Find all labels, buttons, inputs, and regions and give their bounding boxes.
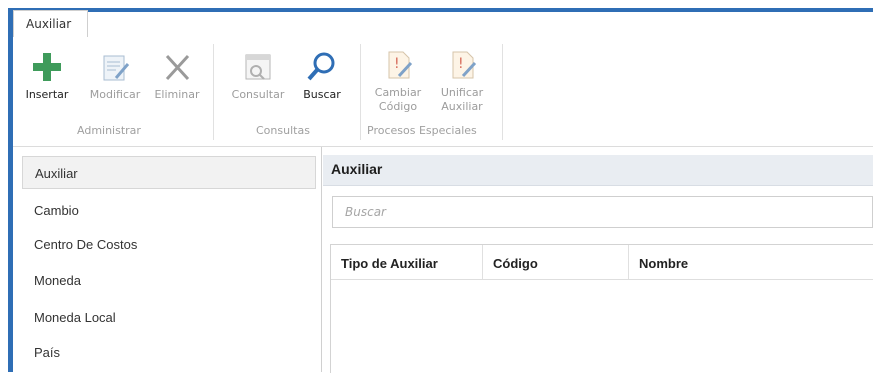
column-header-tipo-de-auxiliar[interactable]: Tipo de Auxiliar bbox=[331, 245, 482, 279]
search-input[interactable]: Buscar bbox=[332, 196, 873, 228]
panel-header: Auxiliar bbox=[323, 155, 873, 186]
column-header-nombre[interactable]: Nombre bbox=[628, 245, 873, 279]
unify-auxiliar-button-label: Unificar Auxiliar bbox=[440, 86, 484, 113]
window-search-icon bbox=[245, 54, 271, 80]
delete-button-label: Eliminar bbox=[154, 88, 200, 101]
ribbon-tab-strip bbox=[13, 12, 873, 39]
grid-header: Tipo de Auxiliar Código Nombre bbox=[331, 245, 873, 280]
insert-button-label: Insertar bbox=[25, 88, 69, 101]
app-window: Auxiliar Insertar Modificar Eliminar Adm… bbox=[0, 0, 873, 373]
group-separator bbox=[360, 44, 361, 140]
change-code-button-label: Cambiar Código bbox=[374, 86, 422, 113]
modify-button[interactable]: Modificar bbox=[84, 50, 146, 102]
consult-button[interactable]: Consultar bbox=[227, 50, 289, 102]
modify-button-label: Modificar bbox=[89, 88, 141, 101]
sidebar-item-pais[interactable]: País bbox=[22, 336, 316, 369]
tab-auxiliar[interactable]: Auxiliar bbox=[13, 10, 88, 37]
sidebar-item-moneda-local[interactable]: Moneda Local bbox=[22, 301, 316, 334]
sidebar-item-auxiliar[interactable]: Auxiliar bbox=[22, 156, 316, 189]
change-code-button[interactable]: ! Cambiar Código bbox=[369, 48, 427, 114]
search-button[interactable]: Buscar bbox=[297, 50, 347, 102]
svg-text:!: ! bbox=[458, 56, 464, 72]
sidebar-item-cambio[interactable]: Cambio bbox=[22, 194, 316, 227]
sidebar-item-centro-de-costos[interactable]: Centro De Costos bbox=[22, 228, 316, 261]
group-label-procesos-especiales: Procesos Especiales bbox=[367, 124, 477, 137]
edit-document-icon bbox=[103, 55, 130, 81]
plus-icon bbox=[33, 53, 61, 81]
data-grid: Tipo de Auxiliar Código Nombre bbox=[330, 244, 873, 373]
sidebar-item-moneda[interactable]: Moneda bbox=[22, 264, 316, 297]
delete-x-icon bbox=[165, 54, 190, 81]
group-separator bbox=[502, 44, 503, 140]
search-icon bbox=[307, 52, 335, 81]
consult-button-label: Consultar bbox=[231, 88, 285, 101]
delete-button[interactable]: Eliminar bbox=[151, 50, 203, 102]
panel-title: Auxiliar bbox=[331, 161, 383, 177]
group-label-administrar: Administrar bbox=[77, 124, 141, 137]
group-separator bbox=[213, 44, 214, 140]
unify-auxiliar-button[interactable]: ! Unificar Auxiliar bbox=[433, 48, 491, 114]
group-label-consultas: Consultas bbox=[256, 124, 310, 137]
column-header-codigo[interactable]: Código bbox=[482, 245, 628, 279]
svg-text:!: ! bbox=[394, 56, 400, 72]
search-button-label: Buscar bbox=[303, 88, 341, 101]
insert-button[interactable]: Insertar bbox=[21, 50, 73, 102]
change-code-icon: ! bbox=[388, 51, 413, 79]
unify-icon: ! bbox=[452, 51, 477, 79]
